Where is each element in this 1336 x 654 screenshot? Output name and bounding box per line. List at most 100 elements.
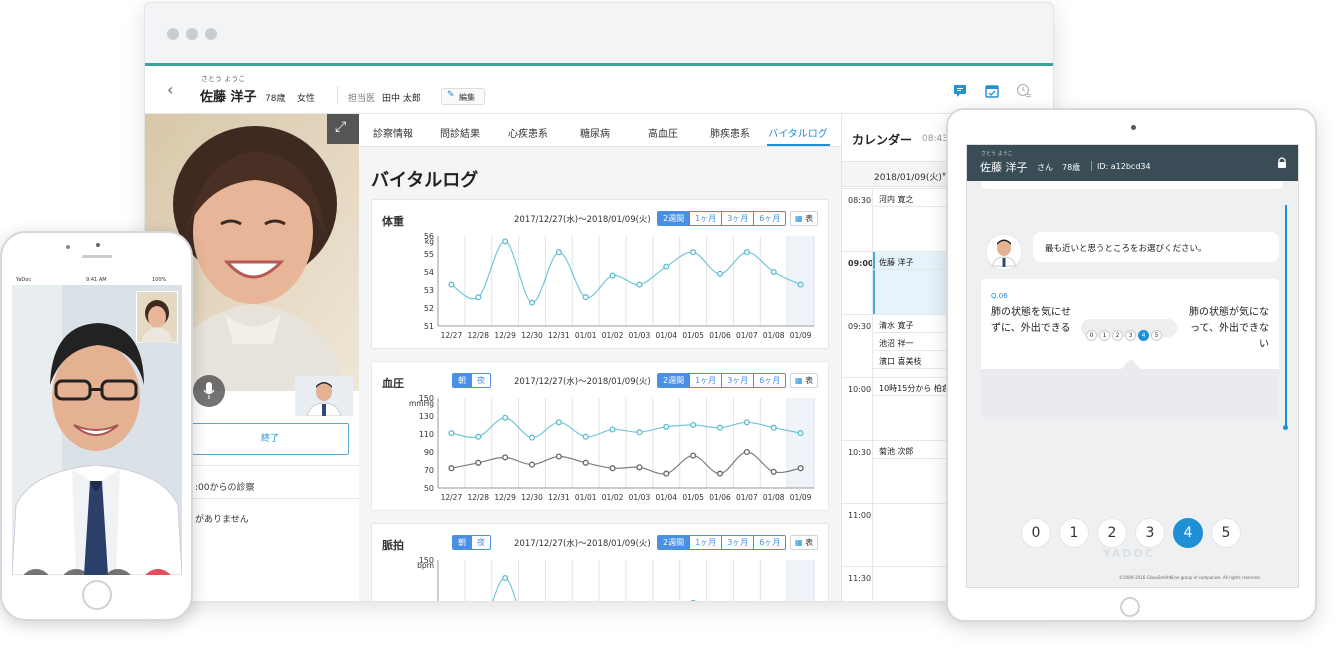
tab-diabetes[interactable]: 糖尿病 — [580, 125, 610, 140]
appointment-name: 池沼 祥一 — [879, 339, 914, 348]
period-3m[interactable]: 3ヶ月 — [721, 536, 754, 549]
period-1m[interactable]: 1ヶ月 — [689, 536, 722, 549]
period-2w[interactable]: 2週間 — [658, 536, 690, 549]
bot-message: 最も近いと思うところをお選びください。 — [1045, 244, 1207, 254]
period-3m[interactable]: 3ヶ月 — [721, 374, 754, 387]
mic-button[interactable] — [193, 375, 225, 407]
scroll-thumb[interactable] — [1283, 425, 1288, 430]
data-point — [609, 465, 616, 472]
tab-lung[interactable]: 肺疾患系 — [710, 125, 750, 140]
active-tab-indicator — [767, 144, 830, 146]
table-view-button[interactable]: ▦ 表 — [790, 211, 819, 226]
front-camera — [96, 243, 100, 247]
scrollbar[interactable] — [1285, 205, 1287, 427]
doctor-avatar — [985, 233, 1023, 271]
data-point — [663, 263, 670, 270]
smartphone-device: YaDoc 9:41 AM 100% ⟲ — [0, 231, 193, 621]
x-tick-label: 01/05 — [682, 493, 704, 502]
data-point — [475, 433, 482, 440]
data-point — [770, 424, 777, 431]
end-call-button[interactable]: 終了 — [191, 423, 349, 455]
edit-label: 編集 — [459, 93, 475, 102]
edit-button[interactable]: ✎ 編集 — [441, 88, 485, 105]
chart-title: 脈拍 — [382, 539, 404, 552]
evening-toggle[interactable]: 夜 — [471, 374, 490, 387]
answer-option-5[interactable]: 5 — [1211, 518, 1241, 548]
answer-option-2[interactable]: 2 — [1097, 518, 1127, 548]
patient-furigana: さとう ようこ — [201, 75, 246, 83]
y-tick-label: 51 — [424, 322, 434, 331]
home-button[interactable] — [82, 580, 112, 610]
answer-option-1[interactable]: 1 — [1059, 518, 1089, 548]
front-camera — [1131, 125, 1136, 130]
x-tick-label: 01/01 — [575, 331, 597, 340]
time-label: 11:30 — [848, 574, 872, 583]
answer-option-3[interactable]: 3 — [1135, 518, 1165, 548]
tab-vital-log[interactable]: バイタルログ — [768, 125, 828, 140]
window-dot[interactable] — [205, 28, 217, 40]
copyright: ©2009–2016 GlaxoSmithKline group of comp… — [1119, 575, 1261, 580]
period-selector: 2週間 1ヶ月 3ヶ月 6ヶ月 — [657, 211, 787, 226]
window-dot[interactable] — [186, 28, 198, 40]
data-point — [502, 238, 509, 245]
window-dot[interactable] — [167, 28, 179, 40]
morning-toggle[interactable]: 朝 — [453, 374, 471, 387]
period-2w[interactable]: 2週間 — [658, 212, 690, 225]
data-point — [582, 294, 589, 301]
front-camera — [66, 245, 70, 249]
chat-icon[interactable] — [953, 84, 967, 98]
lock-icon[interactable] — [1277, 156, 1287, 169]
y-tick-label: 55 — [424, 250, 434, 259]
period-6m[interactable]: 6ヶ月 — [753, 212, 786, 225]
data-point — [690, 452, 697, 459]
x-tick-label: 12/27 — [441, 493, 463, 502]
period-6m[interactable]: 6ヶ月 — [753, 374, 786, 387]
home-button[interactable] — [1120, 597, 1140, 617]
period-1m[interactable]: 1ヶ月 — [689, 212, 722, 225]
patient-name: 佐藤 洋子 — [200, 90, 257, 105]
expand-button[interactable]: ⤢ — [327, 114, 359, 144]
data-point — [797, 430, 804, 437]
evening-toggle[interactable]: 夜 — [471, 536, 490, 549]
x-tick-label: 12/31 — [548, 493, 570, 502]
period-2w[interactable]: 2週間 — [658, 374, 690, 387]
back-chevron-icon[interactable]: ‹ — [167, 80, 173, 99]
period-6m[interactable]: 6ヶ月 — [753, 536, 786, 549]
mini-option-selected: 4 — [1138, 330, 1149, 341]
table-view-button[interactable]: ▦ 表 — [790, 373, 819, 388]
mini-option: 5 — [1151, 330, 1162, 341]
answer-option-0[interactable]: 0 — [1021, 518, 1051, 548]
tab-bar: 診察情報 問診結果 心疾患系 糖尿病 高血圧 肺疾患系 バイタルログ — [359, 115, 843, 147]
tab-exam-info[interactable]: 診察情報 — [373, 125, 413, 140]
data-point — [448, 430, 455, 437]
data-point — [448, 281, 455, 288]
tablet-screen: さとう ようこ 佐藤 洋子 さん 78歳 ID: a12bcd34 最も近いと思… — [966, 144, 1299, 588]
morning-toggle[interactable]: 朝 — [453, 536, 471, 549]
x-tick-label: 01/06 — [709, 493, 731, 502]
tab-hypertension[interactable]: 高血圧 — [648, 125, 678, 140]
tab-cardiac[interactable]: 心疾患系 — [508, 125, 548, 140]
x-tick-label: 01/02 — [602, 493, 624, 502]
period-3m[interactable]: 3ヶ月 — [721, 212, 754, 225]
x-tick-label: 01/03 — [629, 331, 651, 340]
patient-thumbnail — [136, 291, 178, 343]
data-point — [716, 424, 724, 431]
data-point — [636, 429, 643, 436]
battery: 100% — [152, 277, 167, 283]
table-view-button[interactable]: ▦ 表 — [790, 535, 819, 550]
x-tick-label: 01/05 — [682, 331, 704, 340]
tablet-header: さとう ようこ 佐藤 洋子 さん 78歳 ID: a12bcd34 — [967, 145, 1298, 181]
tab-interview-results[interactable]: 問診結果 — [440, 125, 480, 140]
period-1m[interactable]: 1ヶ月 — [689, 374, 722, 387]
answer-option-4[interactable]: 4 — [1173, 518, 1203, 548]
date-range: 2017/12/27(水)〜2018/01/09(火) — [514, 377, 651, 387]
calendar-icon[interactable] — [985, 84, 999, 98]
history-icon[interactable] — [1016, 83, 1032, 99]
chat-bubble: 最も近いと思うところをお選びください。 — [1033, 232, 1279, 262]
time-of-day-selector: 朝 夜 — [452, 373, 491, 388]
y-tick-label: 110 — [419, 430, 434, 439]
calendar-time: 08:43 — [922, 134, 948, 144]
calendar-date: 2018/01/09(火) — [874, 173, 942, 183]
patient-id: ID: a12bcd34 — [1097, 162, 1151, 171]
table-label: 表 — [805, 214, 814, 223]
